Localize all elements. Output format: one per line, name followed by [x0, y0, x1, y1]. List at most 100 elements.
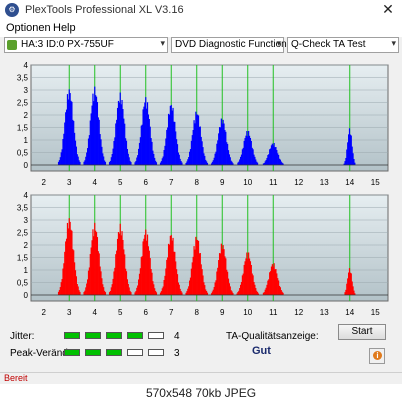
y-tick-label: 2 [24, 111, 29, 120]
x-tick-label: 9 [220, 178, 225, 187]
peak-label: Peak-Veränd: [10, 348, 71, 359]
y-tick-label: 0 [24, 161, 29, 170]
x-tick-label: 3 [67, 308, 72, 317]
y-tick-label: 3 [24, 216, 29, 225]
chevron-down-icon: ▾ [276, 39, 281, 49]
x-tick-label: 8 [195, 178, 200, 187]
land-chart-panel: 4 3,5 3 2,5 2 1,5 1 0,5 0 2 3 4 5 6 7 8 9 10 11 12 13 14 15 [8, 60, 390, 190]
x-tick-label: 5 [118, 308, 123, 317]
histogram-bar [155, 292, 158, 295]
info-button[interactable]: i [369, 348, 385, 364]
x-tick-label: 14 [345, 308, 354, 317]
meter-segment [64, 349, 80, 356]
y-tick-label: 2 [24, 241, 29, 250]
histogram-bar [155, 162, 158, 165]
x-tick-label: 7 [169, 308, 174, 317]
meter-segment [127, 349, 143, 356]
x-tick-label: 11 [269, 178, 278, 187]
y-tick-label: 3,5 [17, 74, 29, 83]
image-caption: 570x548 70kb JPEG [0, 384, 402, 402]
menu-item-help[interactable]: Help [53, 22, 76, 34]
chevron-down-icon: ▾ [160, 39, 165, 49]
y-tick-label: 4 [24, 61, 29, 70]
x-tick-label: 2 [42, 178, 47, 187]
jitter-value: 4 [174, 331, 180, 342]
drive-select-value: HA:3 ID:0 PX-755UF [21, 39, 114, 50]
y-tick-label: 0,5 [17, 149, 29, 158]
x-tick-label: 13 [320, 178, 329, 187]
x-tick-label: 10 [243, 178, 252, 187]
x-tick-label: 14 [345, 178, 354, 187]
y-tick-label: 1 [24, 136, 29, 145]
x-tick-label: 12 [294, 308, 303, 317]
x-tick-label: 4 [93, 308, 98, 317]
x-tick-label: 15 [371, 308, 380, 317]
drive-select[interactable]: HA:3 ID:0 PX-755UF ▾ [4, 37, 168, 53]
land-chart: 4 3,5 3 2,5 2 1,5 1 0,5 0 2 3 4 5 6 7 8 9 10 11 12 13 14 15 [17, 61, 389, 187]
plot-area [30, 64, 389, 172]
meter-segment [85, 349, 101, 356]
x-tick-label: 6 [144, 308, 149, 317]
x-tick-label: 15 [371, 178, 380, 187]
status-text: Bereit [4, 373, 28, 383]
x-tick-label: 4 [93, 178, 98, 187]
y-tick-label: 4 [24, 191, 29, 200]
meter-segment [85, 332, 101, 339]
menu-item-optionen[interactable]: Optionen [6, 22, 51, 34]
histogram-bar [130, 162, 132, 165]
quality-label: TA-Qualitätsanzeige: [226, 331, 319, 342]
x-tick-label: 7 [169, 178, 174, 187]
x-tick-label: 9 [220, 308, 225, 317]
info-icon: i [373, 351, 382, 360]
chevron-down-icon: ▾ [391, 39, 396, 49]
start-button[interactable]: Start [338, 324, 386, 340]
meter-segment [64, 332, 80, 339]
y-tick-label: 0 [24, 291, 29, 300]
pit-chart-panel: 4 3,5 3 2,5 2 1,5 1 0,5 0 2 3 4 5 6 7 8 9 10 11 12 13 14 15 [8, 190, 390, 318]
jitter-label: Jitter: [10, 331, 35, 342]
app-icon: ⚙ [5, 3, 19, 17]
y-tick-label: 1,5 [17, 254, 29, 263]
histogram-bar [79, 161, 81, 165]
test-select-value: Q-Check TA Test [291, 39, 366, 50]
x-tick-label: 11 [269, 308, 278, 317]
y-tick-label: 2,5 [17, 99, 29, 108]
histogram-bar [104, 292, 107, 295]
meter-segment [106, 349, 122, 356]
results-panel: Jitter: 4 Peak-Veränd: 3 TA-Qualitätsanz… [0, 320, 402, 372]
x-tick-label: 8 [195, 308, 200, 317]
x-tick-label: 2 [42, 308, 47, 317]
meter-segment [106, 332, 122, 339]
y-tick-label: 3,5 [17, 204, 29, 213]
x-tick-label: 5 [118, 178, 123, 187]
y-tick-label: 2,5 [17, 229, 29, 238]
y-tick-label: 0,5 [17, 279, 29, 288]
title-bar: ⚙ PlexTools Professional XL V3.16 ✕ [0, 0, 402, 20]
window-title: PlexTools Professional XL V3.16 [25, 4, 184, 16]
meter-segment [148, 349, 164, 356]
close-button[interactable]: ✕ [380, 2, 396, 18]
meter-segment [127, 332, 143, 339]
histogram-bar [104, 161, 107, 165]
quality-value: Gut [252, 345, 271, 357]
peak-value: 3 [174, 348, 180, 359]
function-select[interactable]: DVD Diagnostic Functions ▾ [171, 37, 292, 53]
histogram-bar [130, 292, 132, 295]
x-tick-label: 6 [144, 178, 149, 187]
function-select-value: DVD Diagnostic Functions [175, 39, 292, 50]
plot-area [30, 194, 389, 302]
x-tick-label: 12 [294, 178, 303, 187]
y-tick-label: 1 [24, 266, 29, 275]
app-window: ⚙ PlexTools Professional XL V3.16 ✕ Opti… [0, 0, 402, 385]
y-tick-label: 3 [24, 86, 29, 95]
x-tick-label: 13 [320, 308, 329, 317]
drive-icon [7, 40, 17, 50]
x-tick-label: 10 [243, 308, 252, 317]
toolbar: HA:3 ID:0 PX-755UF ▾ DVD Diagnostic Func… [0, 37, 402, 55]
histogram-bar [79, 291, 81, 295]
x-tick-label: 3 [67, 178, 72, 187]
y-tick-label: 1,5 [17, 124, 29, 133]
menu-bar: Optionen Help [0, 20, 402, 37]
pit-chart: 4 3,5 3 2,5 2 1,5 1 0,5 0 2 3 4 5 6 7 8 9 10 11 12 13 14 15 [17, 191, 389, 317]
test-select[interactable]: Q-Check TA Test ▾ [287, 37, 399, 53]
